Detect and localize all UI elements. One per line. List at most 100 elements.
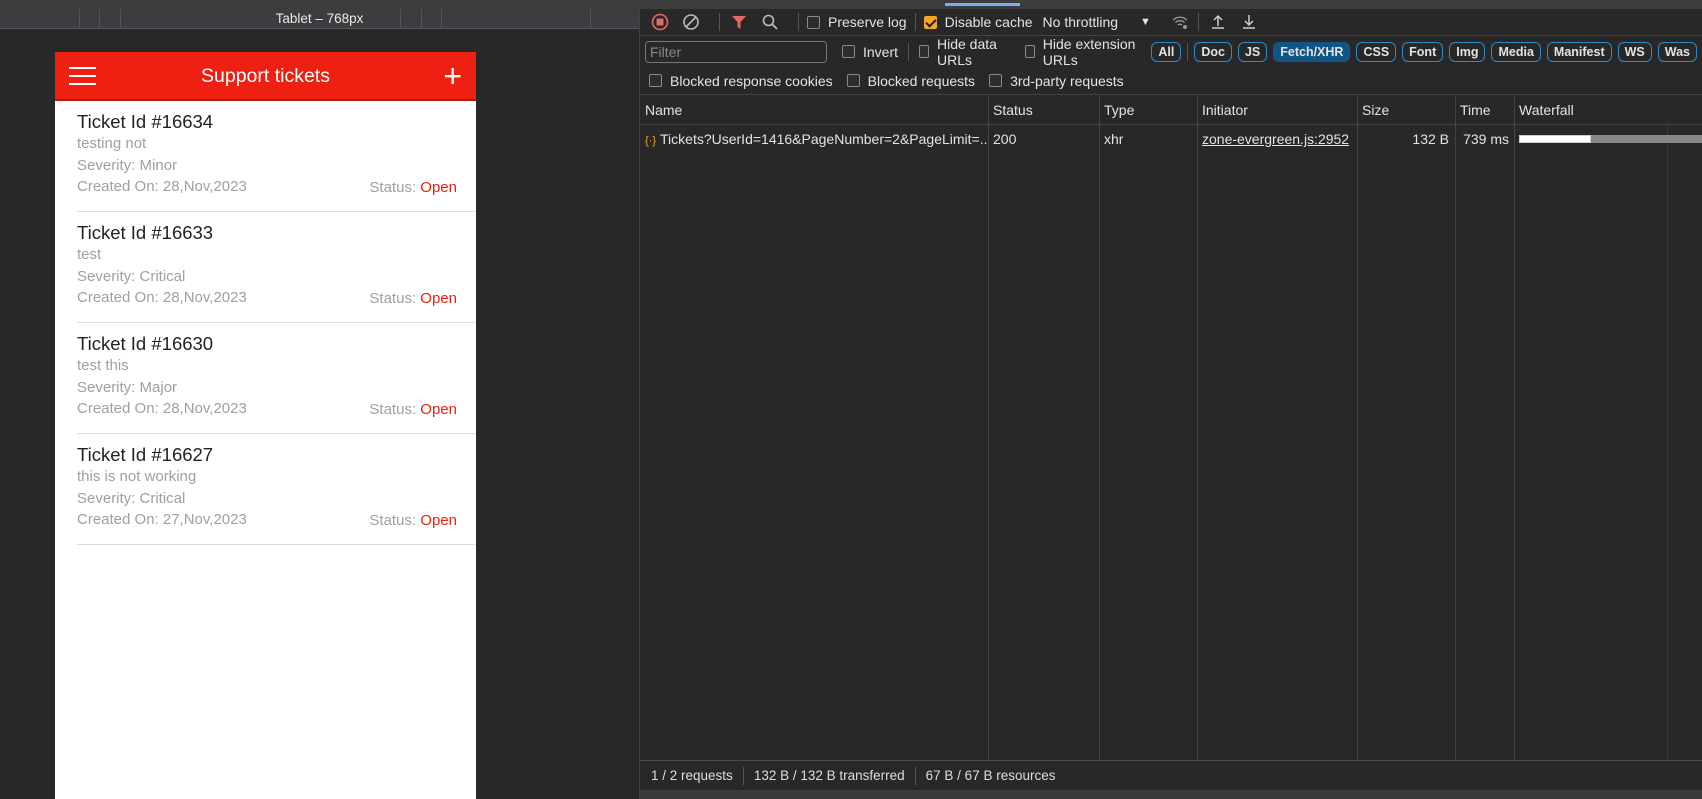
column-divider[interactable] — [1357, 96, 1358, 760]
status-badge: Open — [420, 512, 457, 529]
invert-checkbox[interactable]: Invert — [842, 44, 898, 60]
type-filter-manifest[interactable]: Manifest — [1546, 41, 1612, 62]
checkbox-box[interactable] — [649, 74, 662, 87]
column-header-size[interactable]: Size — [1357, 96, 1389, 125]
network-toolbar: Preserve log Disable cache No throttling… — [640, 9, 1702, 36]
checkbox-label: Hide extension URLs — [1042, 35, 1136, 68]
column-divider[interactable] — [1455, 96, 1456, 760]
chevron-down-icon[interactable]: ▼ — [1140, 16, 1151, 28]
filter-icon[interactable] — [728, 11, 750, 33]
column-header-time[interactable]: Time — [1455, 96, 1491, 125]
ticket-id: Ticket Id #16627 — [77, 444, 214, 465]
stop-recording-icon[interactable] — [649, 11, 671, 33]
preserve-log-checkbox[interactable]: Preserve log — [807, 14, 907, 30]
request-time: 739 ms — [1463, 131, 1509, 147]
ticket-list-item[interactable]: Ticket Id #16627 this is not working Sev… — [77, 434, 476, 545]
column-header-type[interactable]: Type — [1099, 96, 1134, 125]
ruler-segment[interactable] — [79, 9, 80, 29]
checkbox-box[interactable] — [846, 74, 860, 87]
column-divider[interactable] — [988, 96, 989, 760]
column-header-name[interactable]: Name — [640, 96, 682, 125]
ticket-list-item[interactable]: Ticket Id #16630 test this Severity: Maj… — [77, 323, 476, 434]
filter-bar: Invert Hide data URLs Hide extension URL… — [640, 35, 1702, 68]
ticket-id: Ticket Id #16630 — [77, 333, 214, 354]
ruler-segment[interactable] — [400, 9, 401, 29]
ticket-list: Ticket Id #16634 testing not Severity: M… — [55, 101, 476, 545]
device-size-label[interactable]: Tablet – 768px — [276, 11, 364, 26]
type-filter-was[interactable]: Was — [1657, 41, 1697, 62]
ticket-status: Status: Open — [369, 401, 457, 418]
checkbox-box[interactable] — [918, 45, 929, 58]
ruler-segment[interactable] — [120, 9, 121, 29]
type-filter-ws[interactable]: WS — [1617, 41, 1652, 62]
checkbox-label: Hide data URLs — [936, 35, 997, 68]
type-filter-all[interactable]: All — [1151, 41, 1182, 62]
blocked-requests-checkbox[interactable]: Blocked requests — [846, 73, 975, 89]
ticket-list-item[interactable]: Ticket Id #16634 testing not Severity: M… — [77, 101, 476, 212]
column-divider[interactable] — [1197, 96, 1198, 760]
ticket-id: Ticket Id #16633 — [77, 222, 214, 243]
ticket-status: Status: Open — [369, 290, 457, 307]
hide-data-urls-checkbox[interactable]: Hide data URLs — [918, 35, 1011, 68]
ticket-severity: Severity: Critical — [77, 267, 186, 285]
devtools-network-panel: Preserve log Disable cache No throttling… — [639, 9, 1702, 799]
hide-extension-urls-checkbox[interactable]: Hide extension URLs — [1024, 35, 1142, 68]
device-toolbar: Tablet – 768px — [0, 9, 639, 29]
disable-cache-checkbox[interactable]: Disable cache — [923, 14, 1033, 30]
ruler-segment[interactable] — [441, 9, 442, 29]
ticket-status: Status: Open — [369, 512, 457, 529]
column-header-waterfall[interactable]: Waterfall — [1514, 96, 1574, 125]
ticket-list-item[interactable]: Ticket Id #16633 test Severity: Critical… — [77, 212, 476, 323]
browser-top-strip — [0, 0, 1702, 9]
checkbox-box[interactable] — [923, 15, 937, 29]
column-divider[interactable] — [1099, 96, 1100, 760]
type-filter-doc[interactable]: Doc — [1194, 41, 1232, 62]
status-bar: 1 / 2 requests 132 B / 132 B transferred… — [640, 760, 1702, 790]
active-panel-indicator — [945, 3, 1020, 6]
upload-icon[interactable] — [1207, 11, 1229, 33]
app-viewport: Support tickets + Ticket Id #16634 testi… — [55, 52, 476, 799]
divider — [798, 13, 799, 31]
search-icon[interactable] — [759, 11, 781, 33]
checkbox-label: Invert — [863, 43, 899, 60]
ticket-description: this is not working — [77, 468, 197, 485]
filter-input[interactable] — [645, 40, 827, 63]
plus-icon[interactable]: + — [443, 60, 462, 92]
checkbox-box[interactable] — [807, 15, 820, 29]
ruler-segment[interactable] — [421, 9, 422, 29]
download-icon[interactable] — [1238, 11, 1260, 33]
throttling-select[interactable]: No throttling — [1043, 14, 1118, 30]
checkbox-label: Preserve log — [828, 14, 907, 30]
type-filter-fetchxhr[interactable]: Fetch/XHR — [1273, 41, 1351, 62]
ticket-status: Status: Open — [369, 179, 457, 196]
waterfall-bar — [1519, 135, 1702, 143]
blocked-cookies-checkbox[interactable]: Blocked response cookies — [649, 73, 833, 89]
type-filter-css[interactable]: CSS — [1356, 41, 1397, 62]
request-count: 1 / 2 requests — [651, 768, 733, 783]
type-filter-font[interactable]: Font — [1402, 41, 1444, 62]
column-header-status[interactable]: Status — [988, 96, 1033, 125]
column-header-initiator[interactable]: Initiator — [1197, 96, 1248, 125]
request-name[interactable]: {·} Tickets?UserId=1416&PageNumber=2&Page… — [640, 126, 988, 153]
ticket-id: Ticket Id #16634 — [77, 111, 214, 132]
network-conditions-icon[interactable] — [1169, 11, 1191, 33]
checkbox-box[interactable] — [842, 45, 855, 58]
request-initiator-link[interactable]: zone-evergreen.js:2952 — [1197, 126, 1349, 153]
column-divider[interactable] — [1514, 96, 1515, 760]
type-filter-media[interactable]: Media — [1491, 41, 1541, 62]
app-header: Support tickets + — [55, 52, 476, 101]
ruler-segment[interactable] — [99, 9, 100, 29]
ruler-segment[interactable] — [590, 9, 591, 29]
ticket-description: test this — [77, 357, 129, 374]
request-size: 132 B — [1412, 131, 1449, 147]
checkbox-box[interactable] — [989, 74, 1003, 87]
ticket-severity: Severity: Major — [77, 378, 178, 396]
checkbox-box[interactable] — [1024, 45, 1035, 58]
type-filter-js[interactable]: JS — [1237, 41, 1268, 62]
clear-icon[interactable] — [680, 11, 702, 33]
resource-type-filters: All Doc JS Fetch/XHR CSS Font Img Media Manifest… — [1151, 41, 1702, 62]
status-badge: Open — [420, 290, 457, 307]
third-party-requests-checkbox[interactable]: 3rd-party requests — [989, 73, 1124, 89]
type-filter-img[interactable]: Img — [1449, 41, 1486, 62]
divider — [1197, 13, 1199, 31]
